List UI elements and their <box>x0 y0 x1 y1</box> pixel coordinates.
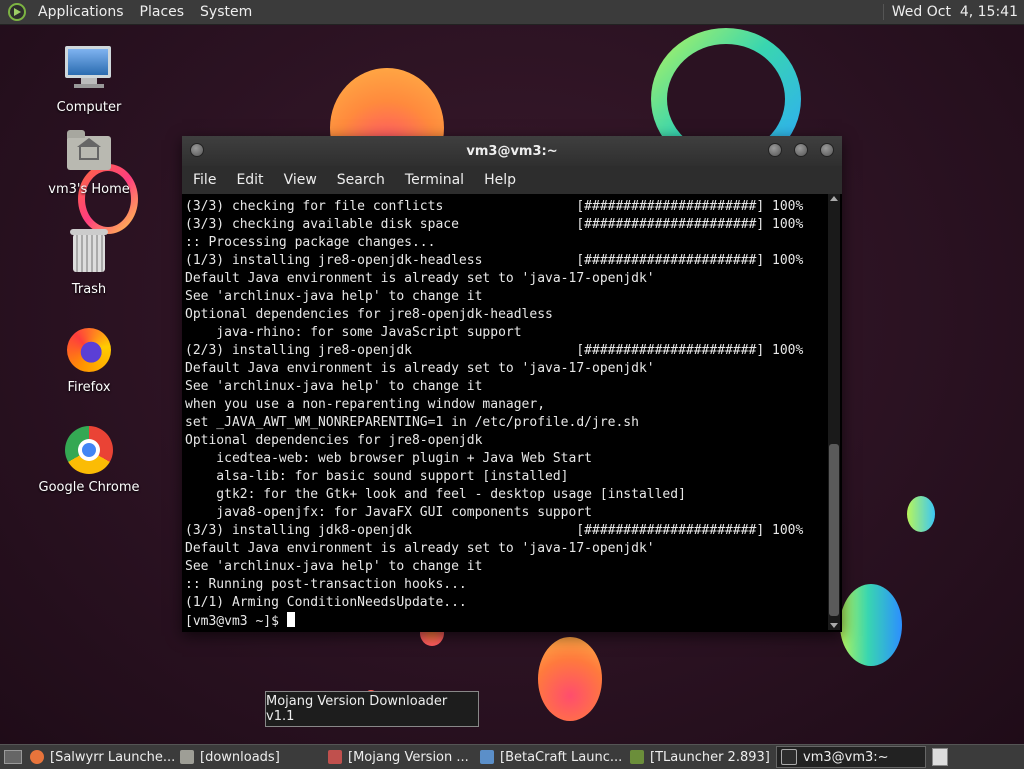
desktop-icon-chrome[interactable]: Google Chrome <box>34 426 144 495</box>
terminal-line: See 'archlinux-java help' to change it <box>185 379 483 394</box>
terminal-line: alsa-lib: for basic sound support [insta… <box>185 469 569 484</box>
terminal-line: when you use a non-reparenting window ma… <box>185 397 546 412</box>
terminal-line: See 'archlinux-java help' to change it <box>185 289 483 304</box>
terminal-line: (3/3) checking available disk space [###… <box>185 217 804 232</box>
terminal-window: vm3@vm3:~ File Edit View Search Terminal… <box>182 136 842 632</box>
home-folder-icon <box>65 128 113 176</box>
java-icon <box>480 750 494 764</box>
desktop-icon-home[interactable]: vm3's Home <box>34 128 144 197</box>
menu-system[interactable]: System <box>192 4 260 20</box>
clock[interactable]: Wed Oct 4, 15:41 <box>882 4 1024 20</box>
terminal-line: Default Java environment is already set … <box>185 271 655 286</box>
scroll-thumb[interactable] <box>829 444 839 616</box>
terminal-line: (1/1) Arming ConditionNeedsUpdate... <box>185 595 467 610</box>
taskbar-item-terminal[interactable]: vm3@vm3:~ <box>776 746 926 768</box>
menu-view[interactable]: View <box>274 172 327 188</box>
wallpaper-small-green-blob <box>907 496 935 532</box>
scroll-up-icon[interactable] <box>830 196 838 201</box>
distro-logo-icon[interactable] <box>8 3 26 21</box>
close-icon[interactable] <box>820 143 834 157</box>
firefox-icon <box>65 326 113 374</box>
menu-places[interactable]: Places <box>132 4 193 20</box>
scroll-down-icon[interactable] <box>830 623 838 628</box>
desktop-icon-label: Firefox <box>67 380 111 395</box>
window-titlebar[interactable]: vm3@vm3:~ <box>182 136 842 166</box>
terminal-text: (3/3) checking for file conflicts [#####… <box>182 194 826 631</box>
tlauncher-icon <box>630 750 644 764</box>
terminal-line: (1/3) installing jre8-openjdk-headless [… <box>185 253 804 268</box>
taskbar-item-downloads[interactable]: [downloads] <box>176 746 324 768</box>
terminal-line: gtk2: for the Gtk+ look and feel - deskt… <box>185 487 686 502</box>
terminal-line: Default Java environment is already set … <box>185 361 655 376</box>
desktop-icon-trash[interactable]: Trash <box>34 228 144 297</box>
terminal-menubar: File Edit View Search Terminal Help <box>182 166 842 194</box>
menu-terminal[interactable]: Terminal <box>395 172 474 188</box>
terminal-line: :: Running post-transaction hooks... <box>185 577 467 592</box>
terminal-line: (2/3) installing jre8-openjdk [#########… <box>185 343 804 358</box>
trash-icon <box>65 228 113 276</box>
terminal-line: (3/3) checking for file conflicts [#####… <box>185 199 804 214</box>
terminal-line: set _JAVA_AWT_WM_NONREPARENTING=1 in /et… <box>185 415 639 430</box>
terminal-line: :: Processing package changes... <box>185 235 436 250</box>
terminal-line: java8-openjfx: for JavaFX GUI components… <box>185 505 592 520</box>
terminal-line: Optional dependencies for jre8-openjdk <box>185 433 483 448</box>
terminal-line: java-rhino: for some JavaScript support <box>185 325 522 340</box>
terminal-line: (3/3) installing jdk8-openjdk [#########… <box>185 523 804 538</box>
terminal-line: Default Java environment is already set … <box>185 541 655 556</box>
window-title: vm3@vm3:~ <box>466 143 558 159</box>
folder-icon <box>180 750 194 764</box>
show-desktop-icon[interactable] <box>4 750 22 764</box>
minimize-icon[interactable] <box>768 143 782 157</box>
desktop-icon-computer[interactable]: Computer <box>34 46 144 115</box>
java-icon <box>328 750 342 764</box>
desktop-icon-firefox[interactable]: Firefox <box>34 326 144 395</box>
terminal-line: icedtea-web: web browser plugin + Java W… <box>185 451 592 466</box>
taskbar-item-mojang[interactable]: [Mojang Version ... <box>324 746 476 768</box>
desktop-icon-label: Computer <box>56 100 122 115</box>
bottom-taskbar: [Salwyrr Launche... [downloads] [Mojang … <box>0 744 1024 769</box>
menu-edit[interactable]: Edit <box>226 172 273 188</box>
desktop-icon-label: vm3's Home <box>48 182 130 197</box>
wallpaper-green-blob <box>840 584 902 666</box>
taskbar-item-betacraft[interactable]: [BetaCraft Launc... <box>476 746 626 768</box>
chrome-icon <box>65 426 113 474</box>
taskbar-item-tlauncher[interactable]: [TLauncher 2.893] <box>626 746 776 768</box>
maximize-icon[interactable] <box>794 143 808 157</box>
taskbar-item-salwyrr[interactable]: [Salwyrr Launche... <box>26 746 176 768</box>
menu-search[interactable]: Search <box>327 172 395 188</box>
wallpaper-pink-blob <box>538 637 602 721</box>
top-panel: Applications Places System Wed Oct 4, 15… <box>0 0 1024 25</box>
terminal-icon <box>781 749 797 765</box>
workspace-switcher[interactable] <box>932 748 948 766</box>
computer-icon <box>65 46 113 94</box>
terminal-line: See 'archlinux-java help' to change it <box>185 559 483 574</box>
terminal-output[interactable]: (3/3) checking for file conflicts [#####… <box>182 194 826 632</box>
menu-file[interactable]: File <box>182 172 226 188</box>
firefox-icon <box>30 750 44 764</box>
taskbar-tooltip: Mojang Version Downloader v1.1 <box>265 691 479 727</box>
desktop-icon-label: Google Chrome <box>38 480 140 495</box>
menu-applications[interactable]: Applications <box>30 4 132 20</box>
menu-help[interactable]: Help <box>474 172 526 188</box>
terminal-prompt: [vm3@vm3 ~]$ <box>185 612 826 631</box>
terminal-cursor <box>286 612 295 627</box>
desktop-icon-label: Trash <box>71 282 107 297</box>
terminal-line: Optional dependencies for jre8-openjdk-h… <box>185 307 553 322</box>
window-menu-icon[interactable] <box>190 143 204 157</box>
terminal-scrollbar[interactable] <box>828 194 840 630</box>
